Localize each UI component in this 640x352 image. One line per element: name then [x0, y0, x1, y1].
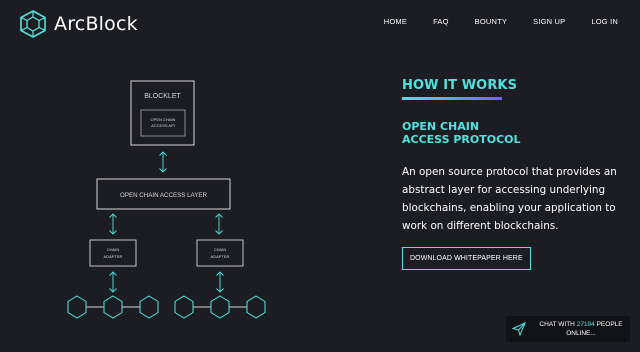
chain-adapter-left-box [89, 239, 137, 267]
nav-log-in[interactable]: LOG IN [591, 17, 618, 26]
blockchain-right [174, 295, 266, 319]
arrow-layer-adapter-right [215, 213, 223, 235]
arrow-adapter-chain-left [109, 271, 117, 293]
chain-block-hexagon [246, 295, 266, 319]
download-whitepaper-button[interactable]: DOWNLOAD WHITEPAPER HERE [402, 247, 531, 270]
chat-prefix: CHAT WITH [539, 321, 575, 328]
nav-bounty[interactable]: BOUNTY [475, 17, 507, 26]
nav-sign-up[interactable]: SIGN UP [533, 17, 565, 26]
chain-adapter-right-box [196, 239, 244, 267]
chain-block-hexagon [103, 295, 123, 319]
chat-suffix: PEOPLE [596, 321, 623, 328]
blocklet-box [130, 80, 195, 146]
chain-block-hexagon [174, 295, 194, 319]
chain-adapter-left-line2: ADAPTER [104, 254, 123, 259]
chat-line2: ONLINE... [566, 330, 596, 337]
arrow-layer-adapter-left [109, 213, 117, 235]
chain-block-hexagon [139, 295, 159, 319]
chat-widget[interactable]: CHAT WITH 27194 PEOPLE ONLINE... [506, 316, 630, 342]
access-layer-label: OPEN CHAIN ACCESS LAYER [120, 192, 207, 199]
chain-adapter-left-line1: CHAIN [107, 247, 120, 252]
blocklet-label: BLOCKLET [144, 93, 181, 100]
blockchain-left [67, 295, 159, 319]
chat-text: CHAT WITH 27194 PEOPLE ONLINE... [538, 320, 624, 338]
chain-block-hexagon [67, 295, 87, 319]
chain-block-hexagon [210, 295, 230, 319]
chain-adapter-right-line2: ADAPTER [211, 254, 230, 259]
arrow-adapter-chain-right [216, 271, 224, 293]
nav-faq[interactable]: FAQ [433, 17, 449, 26]
section-subtitle: OPEN CHAIN ACCESS PROTOCOL [402, 120, 632, 146]
chain-adapter-right-line1: CHAIN [214, 247, 227, 252]
access-api-line1: OPEN CHAIN [151, 117, 176, 122]
chat-online-count: 27194 [576, 321, 595, 328]
section-title: HOW IT WORKS [402, 78, 518, 93]
section-description: An open source protocol that provides an… [402, 166, 617, 232]
subtitle-line1: OPEN CHAIN [402, 120, 480, 133]
architecture-diagram: BLOCKLET OPEN CHAIN ACCESS API OPEN CHAI… [67, 80, 266, 319]
title-underline [402, 97, 502, 100]
how-it-works-section: HOW IT WORKS OPEN CHAIN ACCESS PROTOCOL … [402, 78, 632, 270]
access-api-line2: ACCESS API [151, 123, 175, 128]
subtitle-line2: ACCESS PROTOCOL [402, 133, 521, 146]
arrow-blocklet-layer [159, 151, 167, 173]
send-icon [512, 322, 526, 336]
